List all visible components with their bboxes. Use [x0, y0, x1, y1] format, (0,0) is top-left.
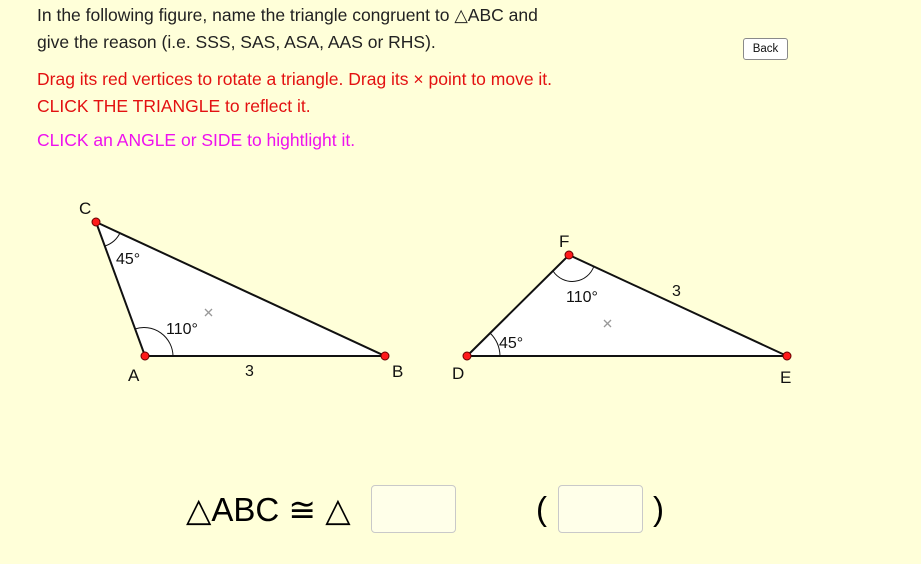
vertex-f-label: F	[559, 232, 569, 251]
geometry-canvas: 45° 110° 3 C A B 45° 110° 3 D F E	[79, 199, 792, 387]
triangle-abc-shape[interactable]	[94, 220, 386, 357]
close-parenthesis: )	[653, 490, 664, 527]
side-ab-label: 3	[245, 363, 254, 380]
side-fe-label: 3	[672, 283, 681, 300]
triangle-def[interactable]: 45° 110° 3 D F E	[452, 232, 792, 387]
vertex-d-point[interactable]	[462, 351, 472, 361]
angle-f-label: 110°	[566, 289, 598, 306]
vertex-c-label: C	[79, 199, 91, 218]
triangle-answer-input[interactable]	[371, 485, 456, 533]
vertex-c-point[interactable]	[91, 217, 101, 227]
vertex-e-point[interactable]	[782, 351, 792, 361]
triangle-abc[interactable]: 45° 110° 3 C A B	[79, 199, 403, 385]
angle-d-label: 45°	[499, 335, 523, 352]
angle-a-label: 110°	[166, 321, 198, 338]
open-parenthesis: (	[536, 490, 547, 527]
vertex-b-point[interactable]	[380, 351, 390, 361]
vertex-d-label: D	[452, 364, 464, 383]
angle-c-label: 45°	[116, 251, 140, 268]
vertex-a-point[interactable]	[140, 351, 150, 361]
vertex-b-label: B	[392, 362, 403, 381]
vertex-f-point[interactable]	[564, 250, 574, 260]
vertex-e-label: E	[780, 368, 791, 387]
vertex-a-label: A	[128, 366, 140, 385]
reason-answer-input[interactable]	[558, 485, 643, 533]
congruence-statement: △ABC ≅ △	[186, 491, 351, 528]
